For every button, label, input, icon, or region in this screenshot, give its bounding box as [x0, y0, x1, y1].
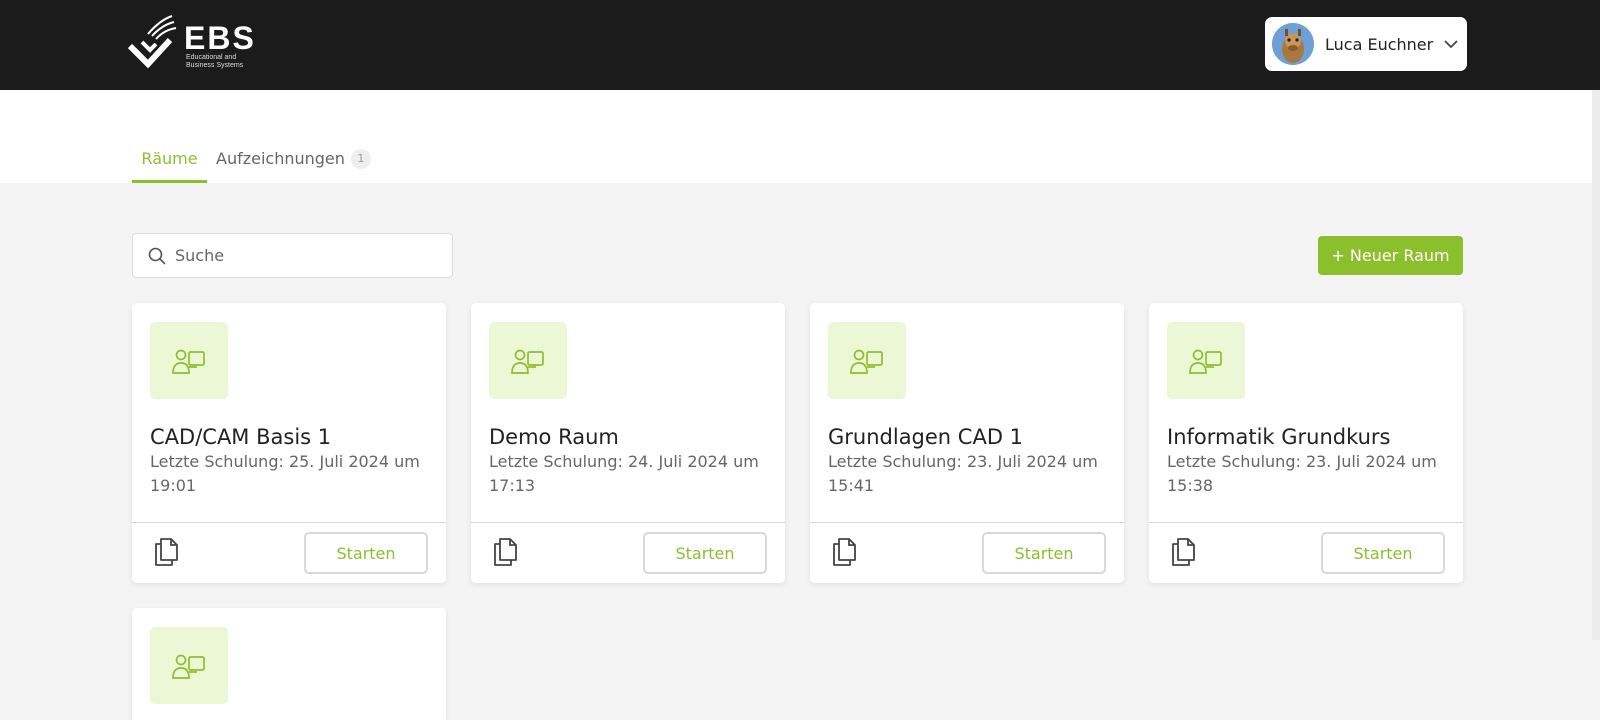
ebs-logo[interactable]: EBS Educational and Business Systems	[126, 12, 266, 76]
scrollbar[interactable]	[1592, 90, 1600, 640]
copy-icon[interactable]	[1169, 536, 1199, 568]
tab-rooms-label: Räume	[141, 149, 198, 168]
room-last-session: Letzte Schulung: 24. Juli 2024 um 17:13	[489, 452, 759, 495]
card-divider	[810, 522, 1124, 523]
start-button[interactable]: Starten	[643, 532, 767, 574]
room-card: Demo Raum Letzte Schulung: 24. Juli 2024…	[471, 303, 785, 583]
classroom-icon	[1189, 349, 1222, 374]
classroom-icon	[172, 349, 205, 374]
avatar	[1272, 23, 1314, 65]
logo-subtitle: Educational and Business Systems	[186, 54, 244, 69]
room-last-session: Letzte Schulung: 25. Juli 2024 um 19:01	[150, 452, 420, 495]
copy-icon[interactable]	[830, 536, 860, 568]
room-title[interactable]: Informatik Grundkurs	[1167, 425, 1391, 449]
room-title[interactable]: Grundlagen CAD 1	[828, 425, 1023, 449]
classroom-icon	[511, 349, 544, 374]
room-icon-tile	[1167, 322, 1245, 399]
room-last-session: Letzte Schulung: 23. Juli 2024 um 15:41	[828, 452, 1098, 495]
search-box	[132, 233, 453, 278]
tab-recordings[interactable]: Aufzeichnungen 1	[216, 148, 371, 169]
start-button[interactable]: Starten	[1321, 532, 1445, 574]
copy-icon[interactable]	[152, 536, 182, 568]
logo-mark-icon	[127, 15, 177, 69]
classroom-icon	[172, 654, 205, 679]
tab-rooms[interactable]: Räume	[132, 148, 207, 183]
copy-icon[interactable]	[491, 536, 521, 568]
start-button[interactable]: Starten	[304, 532, 428, 574]
start-button[interactable]: Starten	[982, 532, 1106, 574]
tab-bar: Räume Aufzeichnungen 1	[0, 90, 1600, 183]
chevron-down-icon	[1444, 40, 1458, 49]
recordings-count-badge: 1	[350, 149, 371, 169]
classroom-icon	[850, 349, 883, 374]
new-room-button[interactable]: + Neuer Raum	[1318, 236, 1463, 275]
top-navbar: EBS Educational and Business Systems Luc…	[0, 0, 1600, 90]
room-card: Grundlagen CAD 1 Letzte Schulung: 23. Ju…	[810, 303, 1124, 583]
search-icon	[148, 247, 166, 265]
avatar-image	[1272, 23, 1314, 65]
card-divider	[1149, 522, 1463, 523]
room-icon-tile	[489, 322, 567, 399]
room-icon-tile	[828, 322, 906, 399]
card-divider	[471, 522, 785, 523]
room-title[interactable]: Demo Raum	[489, 425, 619, 449]
room-card: CAD/CAM Basis 1 Letzte Schulung: 25. Jul…	[132, 303, 446, 583]
room-icon-tile	[150, 627, 228, 704]
card-divider	[132, 522, 446, 523]
logo-wordmark: EBS	[184, 20, 256, 56]
user-menu-button[interactable]: Luca Euchner	[1265, 17, 1467, 71]
room-card	[132, 608, 446, 720]
room-card: Informatik Grundkurs Letzte Schulung: 23…	[1149, 303, 1463, 583]
room-title[interactable]: CAD/CAM Basis 1	[150, 425, 331, 449]
user-name: Luca Euchner	[1325, 34, 1434, 54]
search-input[interactable]	[175, 246, 435, 265]
tab-recordings-label: Aufzeichnungen	[216, 149, 345, 168]
room-last-session: Letzte Schulung: 23. Juli 2024 um 15:38	[1167, 452, 1437, 495]
room-icon-tile	[150, 322, 228, 399]
logo-text: EBS Educational and Business Systems	[184, 22, 264, 70]
